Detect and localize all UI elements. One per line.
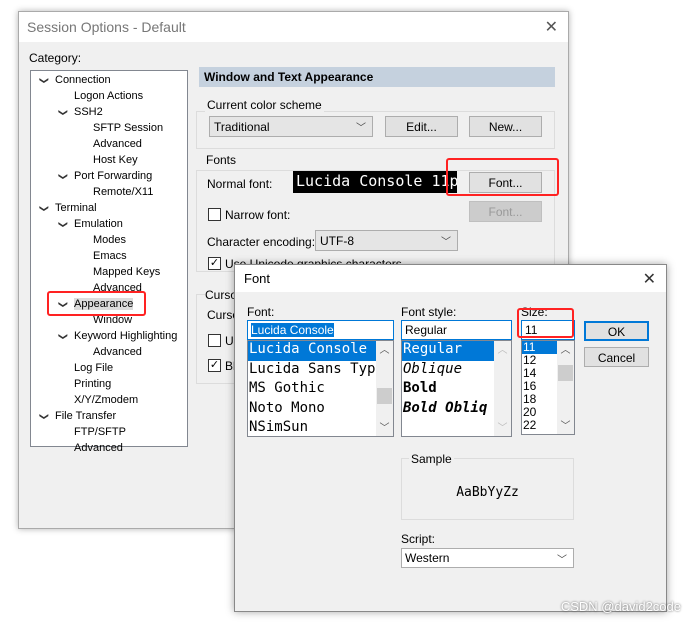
chevron-expand-icon[interactable]: ❯ xyxy=(57,221,68,229)
list-item[interactable]: Bold Obliq xyxy=(402,400,495,420)
color-scheme-select[interactable]: Traditional ﹀ xyxy=(209,116,373,137)
size-list[interactable]: 11 12 14 16 18 20 22 ︿ ﹀ xyxy=(521,340,575,435)
list-item[interactable]: 22 xyxy=(522,419,557,432)
narrow-font-button[interactable]: Font... xyxy=(469,201,542,222)
color-scheme-value: Traditional xyxy=(214,120,270,134)
chevron-expand-icon[interactable]: ❯ xyxy=(38,77,49,85)
font-input[interactable]: Lucida Console xyxy=(247,320,394,340)
chevron-expand-icon[interactable]: ❯ xyxy=(38,413,49,421)
ok-button[interactable]: OK xyxy=(584,321,649,341)
chevron-up-icon[interactable]: ︿ xyxy=(494,341,511,356)
scrollbar-thumb[interactable] xyxy=(377,388,392,404)
list-item[interactable]: Oblique xyxy=(402,361,495,381)
chevron-expand-icon[interactable]: ❯ xyxy=(57,173,68,181)
category-label: Category: xyxy=(29,51,82,65)
tree-item[interactable]: Emulation xyxy=(74,218,123,230)
tree-item[interactable]: Remote/X11 xyxy=(93,186,153,198)
script-select[interactable]: Western ﹀ xyxy=(401,548,574,568)
fonts-label: Fonts xyxy=(205,153,238,167)
new-button[interactable]: New... xyxy=(469,116,542,137)
tree-item[interactable]: Advanced xyxy=(93,346,142,358)
style-list-scrollbar[interactable]: ︿ ﹀ xyxy=(494,341,511,436)
tree-item[interactable]: Mapped Keys xyxy=(93,266,160,278)
font-style-label: Font style: xyxy=(401,305,457,319)
chevron-down-icon[interactable]: ﹀ xyxy=(376,419,393,434)
tree-item[interactable]: SFTP Session xyxy=(93,122,163,134)
chevron-down-icon: ﹀ xyxy=(356,123,366,134)
font-label: Font: xyxy=(247,305,275,319)
script-label: Script: xyxy=(401,532,436,546)
list-item[interactable]: Lucida Console xyxy=(248,341,377,361)
unicode-checkbox[interactable]: ✓ xyxy=(208,257,221,270)
font-list[interactable]: Lucida Console Lucida Sans Type MS Gothic N… xyxy=(247,340,394,437)
font-style-input[interactable]: Regular xyxy=(401,320,512,340)
list-item[interactable]: Regular xyxy=(402,341,495,361)
chevron-expand-icon[interactable]: ❯ xyxy=(57,333,68,341)
chevron-expand-icon[interactable]: ❯ xyxy=(38,205,49,213)
size-list-scrollbar[interactable]: ︿ ﹀ xyxy=(557,341,574,434)
chevron-down-icon[interactable]: ﹀ xyxy=(494,419,511,434)
list-item[interactable]: MS Gothic xyxy=(248,380,377,400)
category-tree[interactable]: ❯ Connection Logon Actions ❯ SSH2 SFTP Sessio… xyxy=(30,70,188,454)
encoding-select[interactable]: UTF-8 ﹀ xyxy=(315,230,458,251)
tree-item[interactable]: Host Key xyxy=(93,154,138,166)
chevron-up-icon[interactable]: ︿ xyxy=(376,341,393,356)
font-list-scrollbar[interactable]: ︿ ﹀ xyxy=(376,341,393,436)
tree-item[interactable]: File Transfer xyxy=(55,410,116,422)
annotation-box-size xyxy=(517,308,574,338)
tree-item[interactable]: Keyword Highlighting xyxy=(74,330,177,342)
list-item[interactable]: Bold xyxy=(402,380,495,400)
chevron-down-icon[interactable]: ﹀ xyxy=(557,417,574,432)
tree-item[interactable]: Printing xyxy=(74,378,111,390)
tree-item[interactable]: Terminal xyxy=(55,202,97,214)
tree-item[interactable]: Advanced xyxy=(93,138,142,150)
tree-item[interactable]: SSH2 xyxy=(74,106,103,118)
section-title: Window and Text Appearance xyxy=(199,67,555,87)
encoding-value: UTF-8 xyxy=(320,234,354,248)
watermark: CSDN @david2code xyxy=(560,599,681,614)
scrollbar-thumb[interactable] xyxy=(558,365,573,381)
close-icon[interactable]: ✕ xyxy=(545,17,558,37)
annotation-box-font-button xyxy=(446,158,559,196)
chevron-up-icon[interactable]: ︿ xyxy=(557,341,574,356)
tree-item[interactable]: Connection xyxy=(55,74,111,86)
chevron-down-icon: ﹀ xyxy=(441,237,451,248)
narrow-font-label: Narrow font: xyxy=(225,208,291,222)
tree-item[interactable]: Emacs xyxy=(93,250,127,262)
encoding-label: Character encoding: xyxy=(207,235,316,249)
chevron-down-icon: ﹀ xyxy=(557,555,567,566)
annotation-box-appearance xyxy=(47,291,146,316)
tree-item[interactable]: Port Forwarding xyxy=(74,170,152,182)
color-scheme-label: Current color scheme xyxy=(205,98,324,112)
blink-checkbox[interactable]: ✓ xyxy=(208,359,221,372)
font-dialog-title: Font xyxy=(235,265,666,292)
narrow-font-checkbox[interactable] xyxy=(208,208,221,221)
close-icon[interactable]: ✕ xyxy=(643,269,656,289)
list-item[interactable]: NSimSun xyxy=(248,419,377,436)
normal-font-preview: Lucida Console 11p xyxy=(293,171,457,193)
cursor-use-checkbox[interactable] xyxy=(208,334,221,347)
tree-item[interactable]: Logon Actions xyxy=(74,90,143,102)
sample-text: AaBbYyZz xyxy=(456,485,519,500)
list-item[interactable]: Lucida Sans Type xyxy=(248,361,377,381)
cancel-button[interactable]: Cancel xyxy=(584,347,649,367)
tree-item[interactable]: Advanced xyxy=(74,442,123,454)
font-dialog: Font ✕ Font: Lucida Console Lucida Conso… xyxy=(234,264,667,612)
window-title: Session Options - Default xyxy=(19,12,568,42)
tree-item[interactable]: Log File xyxy=(74,362,113,374)
font-style-list[interactable]: Regular Oblique Bold Bold Obliq ︿ ﹀ xyxy=(401,340,512,437)
script-value: Western xyxy=(405,551,450,565)
chevron-expand-icon[interactable]: ❯ xyxy=(57,109,68,117)
tree-item[interactable]: X/Y/Zmodem xyxy=(74,394,138,406)
sample-label: Sample xyxy=(409,452,454,466)
tree-item[interactable]: FTP/SFTP xyxy=(74,426,126,438)
edit-button[interactable]: Edit... xyxy=(385,116,458,137)
normal-font-label: Normal font: xyxy=(207,177,273,191)
font-input-value: Lucida Console xyxy=(251,323,334,337)
tree-item[interactable]: Modes xyxy=(93,234,126,246)
list-item[interactable]: Noto Mono xyxy=(248,400,377,420)
